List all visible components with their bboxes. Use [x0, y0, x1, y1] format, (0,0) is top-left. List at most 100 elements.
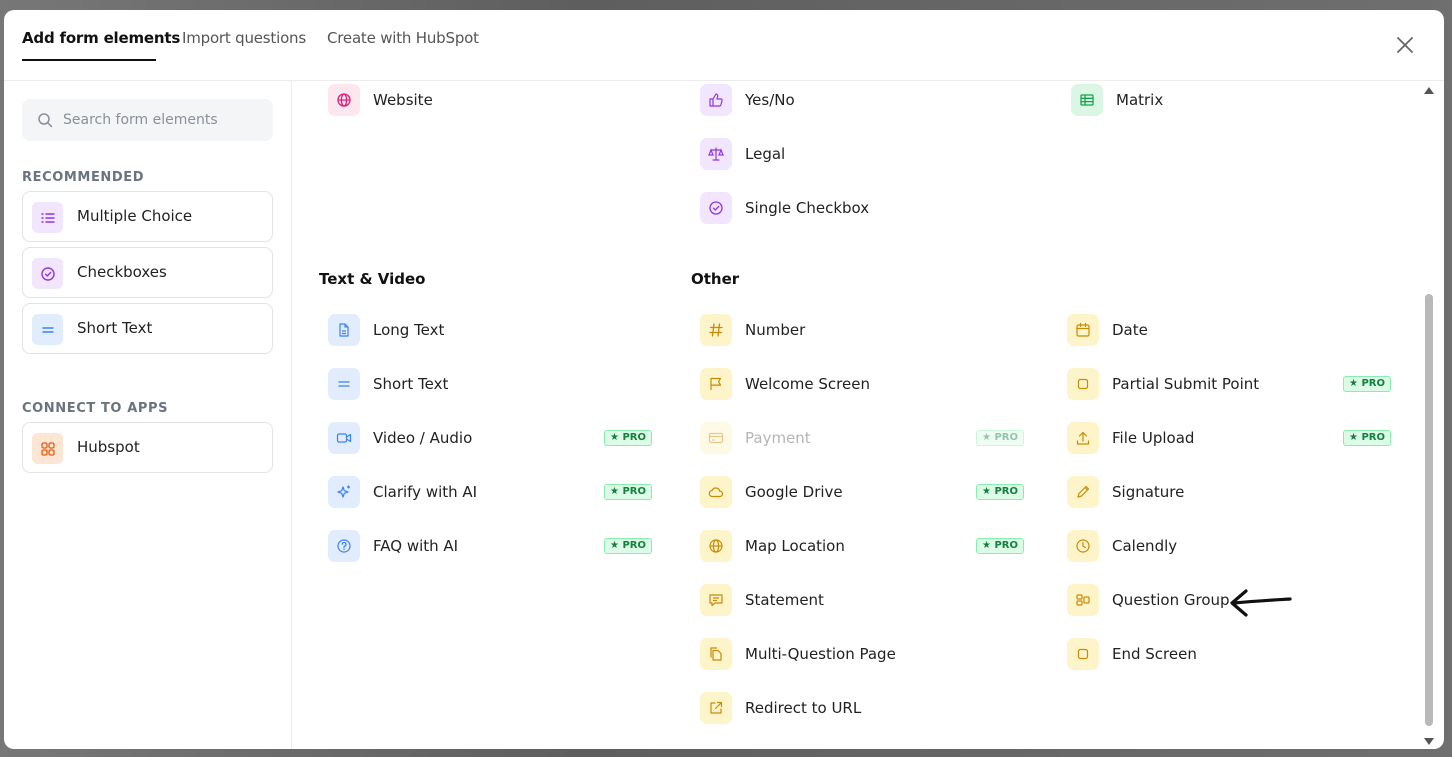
check-circle-icon	[700, 192, 732, 224]
element-label: Map Location	[745, 537, 845, 555]
element-label: Calendly	[1112, 537, 1178, 555]
square-icon	[1067, 368, 1099, 400]
elements-panel: Website Yes/No Legal Single Checkbox Mat…	[292, 81, 1428, 749]
element-partial-submit-point[interactable]: Partial Submit Point ★ PRO	[1067, 368, 1393, 400]
element-label: Video / Audio	[373, 429, 473, 447]
group-title-text-video: Text & Video	[319, 270, 426, 288]
cloud-icon	[700, 476, 732, 508]
add-elements-modal: Add form elements Import questions Creat…	[4, 10, 1444, 749]
recommended-label: Multiple Choice	[77, 207, 193, 225]
element-label: Clarify with AI	[373, 483, 478, 501]
element-label: Short Text	[373, 375, 449, 393]
recommended-heading: RECOMMENDED	[22, 170, 145, 185]
element-label: FAQ with AI	[373, 537, 459, 555]
element-redirect-to-url[interactable]: Redirect to URL	[700, 692, 1026, 724]
element-label: Multi-Question Page	[745, 645, 896, 663]
element-label: Matrix	[1116, 91, 1164, 109]
scroll-down-icon[interactable]	[1424, 738, 1434, 746]
element-label: Statement	[745, 591, 824, 609]
element-legal[interactable]: Legal	[700, 138, 1020, 170]
pro-badge: ★ PRO	[604, 430, 652, 446]
scale-icon	[700, 138, 732, 170]
short-text-icon	[328, 368, 360, 400]
search-icon	[38, 113, 53, 128]
element-label: Legal	[745, 145, 786, 163]
element-label: Payment	[745, 429, 811, 447]
card-icon	[700, 422, 732, 454]
element-label: Single Checkbox	[745, 199, 870, 217]
active-tab-indicator	[22, 59, 156, 61]
modal-header: Add form elements Import questions Creat…	[4, 10, 1444, 81]
tab-add-form-elements[interactable]: Add form elements	[22, 29, 180, 47]
check-circle-icon	[32, 258, 63, 289]
element-clarify-with-ai[interactable]: Clarify with AI ★ PRO	[328, 476, 652, 508]
recommended-short-text[interactable]: Short Text	[22, 303, 273, 354]
element-file-upload[interactable]: File Upload ★ PRO	[1067, 422, 1393, 454]
recommended-checkboxes[interactable]: Checkboxes	[22, 247, 273, 298]
element-label: Website	[373, 91, 433, 109]
pro-badge: ★ PRO	[1343, 376, 1391, 392]
globe-icon	[328, 84, 360, 116]
element-label: End Screen	[1112, 645, 1197, 663]
app-label: Hubspot	[77, 438, 140, 456]
element-single-checkbox[interactable]: Single Checkbox	[700, 192, 1020, 224]
upload-icon	[1067, 422, 1099, 454]
pro-badge: ★ PRO	[976, 430, 1024, 446]
app-hubspot[interactable]: Hubspot	[22, 422, 273, 473]
element-payment[interactable]: Payment ★ PRO	[700, 422, 1026, 454]
element-label: Question Group	[1112, 591, 1230, 609]
clock-icon	[1067, 530, 1099, 562]
short-text-icon	[32, 314, 63, 345]
element-google-drive[interactable]: Google Drive ★ PRO	[700, 476, 1026, 508]
recommended-multiple-choice[interactable]: Multiple Choice	[22, 191, 273, 242]
pages-icon	[700, 638, 732, 670]
element-video-audio[interactable]: Video / Audio ★ PRO	[328, 422, 652, 454]
scroll-up-icon[interactable]	[1424, 86, 1434, 94]
globe-icon	[700, 530, 732, 562]
pro-badge: ★ PRO	[976, 484, 1024, 500]
close-icon[interactable]	[1396, 36, 1414, 54]
element-label: File Upload	[1112, 429, 1195, 447]
element-end-screen[interactable]: End Screen	[1067, 638, 1393, 670]
element-date[interactable]: Date	[1067, 314, 1393, 346]
search-box[interactable]	[22, 99, 273, 141]
element-map-location[interactable]: Map Location ★ PRO	[700, 530, 1026, 562]
element-yes-no[interactable]: Yes/No	[700, 84, 1020, 116]
element-short-text[interactable]: Short Text	[328, 368, 650, 400]
element-long-text[interactable]: Long Text	[328, 314, 650, 346]
connect-apps-heading: CONNECT TO APPS	[22, 401, 169, 416]
sparkle-icon	[328, 476, 360, 508]
element-number[interactable]: Number	[700, 314, 1026, 346]
pro-badge: ★ PRO	[604, 538, 652, 554]
search-input[interactable]	[63, 99, 263, 141]
square-icon	[1067, 638, 1099, 670]
element-label: Yes/No	[745, 91, 795, 109]
flag-icon	[700, 368, 732, 400]
elements-scrollbar[interactable]	[1424, 86, 1434, 746]
element-calendly[interactable]: Calendly	[1067, 530, 1393, 562]
video-icon	[328, 422, 360, 454]
thumbs-up-icon	[700, 84, 732, 116]
hash-icon	[700, 314, 732, 346]
grid-icon	[32, 433, 63, 464]
document-icon	[328, 314, 360, 346]
element-label: Google Drive	[745, 483, 843, 501]
table-icon	[1071, 84, 1103, 116]
pen-icon	[1067, 476, 1099, 508]
element-label: Long Text	[373, 321, 445, 339]
element-label: Partial Submit Point	[1112, 375, 1260, 393]
element-website[interactable]: Website	[328, 84, 648, 116]
scroll-thumb[interactable]	[1425, 294, 1433, 726]
group-icon	[1067, 584, 1099, 616]
question-icon	[328, 530, 360, 562]
element-statement[interactable]: Statement	[700, 584, 1026, 616]
element-matrix[interactable]: Matrix	[1071, 84, 1391, 116]
element-welcome-screen[interactable]: Welcome Screen	[700, 368, 1026, 400]
element-signature[interactable]: Signature	[1067, 476, 1393, 508]
calendar-icon	[1067, 314, 1099, 346]
tab-create-with-hubspot[interactable]: Create with HubSpot	[327, 29, 479, 47]
pro-badge: ★ PRO	[1343, 430, 1391, 446]
element-faq-with-ai[interactable]: FAQ with AI ★ PRO	[328, 530, 652, 562]
element-multi-question-page[interactable]: Multi-Question Page	[700, 638, 1026, 670]
tab-import-questions[interactable]: Import questions	[182, 29, 306, 47]
